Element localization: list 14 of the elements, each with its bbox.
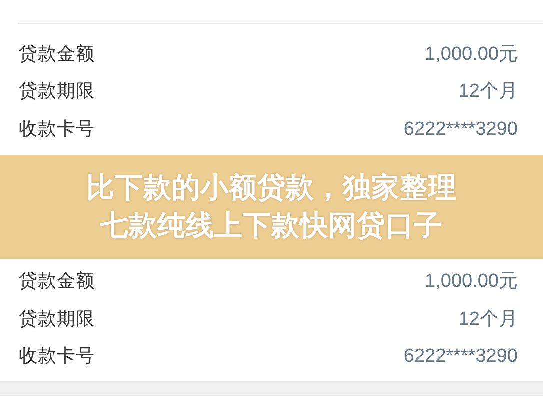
banner-headline: 七款纯线上下款快网贷口子	[100, 208, 442, 244]
field-label: 贷款期限	[19, 308, 95, 332]
field-label: 收款卡号	[19, 345, 95, 370]
field-value: 1,000.00元	[425, 42, 518, 66]
field-value: 12个月	[458, 308, 518, 332]
field-label: 贷款期限	[19, 80, 95, 104]
field-value: 1,000.00元	[425, 270, 518, 294]
field-value: 12个月	[458, 80, 518, 104]
field-value: 6222****3290	[404, 345, 518, 369]
field-label: 收款卡号	[19, 118, 95, 142]
field-value: 6222****3290	[404, 118, 518, 142]
field-label: 贷款金额	[19, 42, 95, 67]
field-label: 贷款金额	[19, 270, 95, 294]
banner-headline: 比下款的小额贷款，独家整理	[86, 170, 457, 206]
